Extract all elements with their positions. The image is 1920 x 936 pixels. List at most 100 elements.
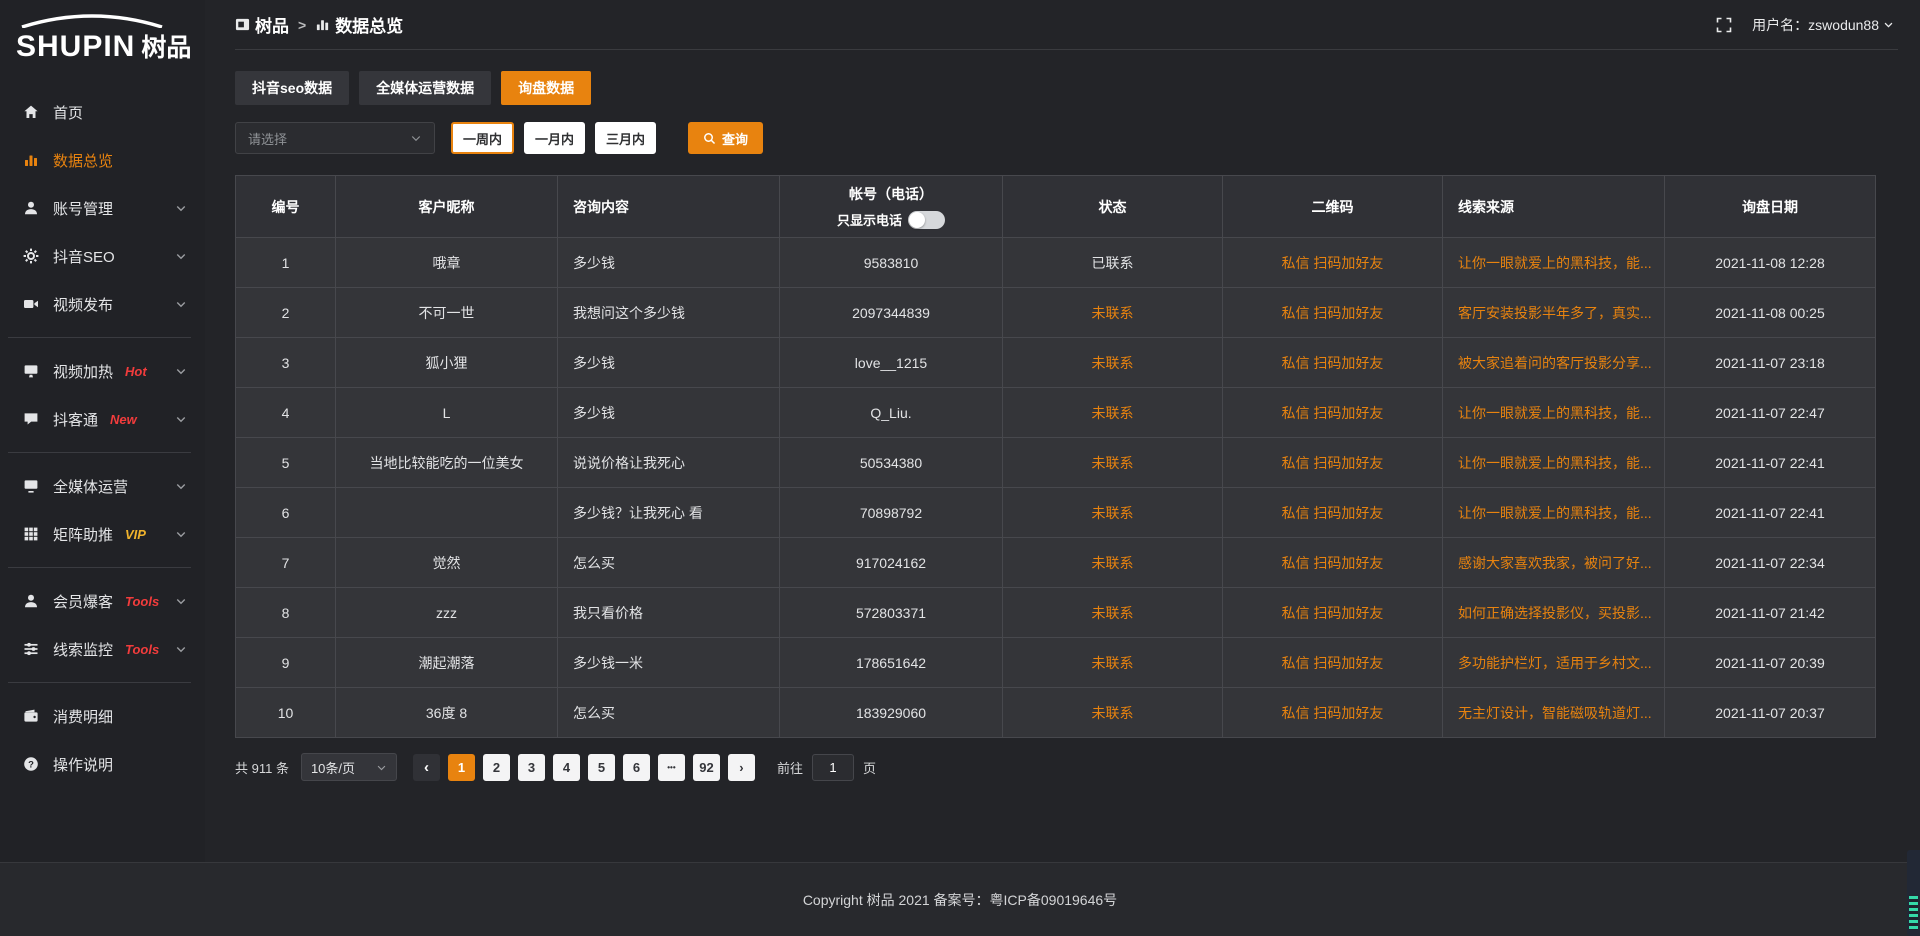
table-row: 2不可一世我想问这个多少钱2097344839未联系私信 扫码加好友客厅安装投影… xyxy=(236,288,1876,338)
cell-content: 我只看价格 xyxy=(558,588,780,638)
qrcode-link[interactable]: 私信 扫码加好友 xyxy=(1282,355,1384,371)
page-button-1[interactable]: 1 xyxy=(448,754,475,781)
sidebar-item-douyin-seo[interactable]: 抖音SEO xyxy=(0,232,205,280)
cell-source: 让你一眼就爱上的黑科技，能... xyxy=(1443,488,1665,538)
goto-suffix: 页 xyxy=(863,758,876,777)
source-link[interactable]: 让你一眼就爱上的黑科技，能... xyxy=(1458,505,1652,521)
pagination-prev-button[interactable]: ‹ xyxy=(413,754,440,781)
sidebar-item-member-burst[interactable]: 会员爆客Tools xyxy=(0,577,205,625)
logo-arc-icon xyxy=(16,14,168,28)
sidebar-item-expense-detail[interactable]: 消费明细 xyxy=(0,692,205,740)
svg-text:?: ? xyxy=(28,759,34,770)
filter-select[interactable]: 请选择 xyxy=(235,122,435,154)
header-date: 询盘日期 xyxy=(1665,176,1876,238)
cell-id: 4 xyxy=(236,388,336,438)
source-link[interactable]: 感谢大家喜欢我家，被问了好... xyxy=(1458,555,1652,571)
pagination-next-button[interactable]: › xyxy=(728,754,755,781)
qrcode-link[interactable]: 私信 扫码加好友 xyxy=(1282,455,1384,471)
qrcode-link[interactable]: 私信 扫码加好友 xyxy=(1282,305,1384,321)
sidebar-item-data-overview[interactable]: 数据总览 xyxy=(0,136,205,184)
user-menu[interactable]: 用户名：zswodun88 xyxy=(1752,15,1894,35)
sidebar-item-doukatong[interactable]: 抖客通New xyxy=(0,395,205,443)
sidebar-item-label: 抖音SEO xyxy=(53,246,115,267)
cell-qrcode: 私信 扫码加好友 xyxy=(1223,688,1443,738)
cell-status: 未联系 xyxy=(1003,488,1223,538)
goto-label: 前往 xyxy=(777,758,803,777)
cell-date: 2021-11-08 12:28 xyxy=(1665,238,1876,288)
cell-date: 2021-11-07 22:41 xyxy=(1665,438,1876,488)
range-button-week[interactable]: 一周内 xyxy=(451,122,514,154)
page-button-2[interactable]: 2 xyxy=(483,754,510,781)
page-button-5[interactable]: 5 xyxy=(588,754,615,781)
source-link[interactable]: 让你一眼就爱上的黑科技，能... xyxy=(1458,455,1652,471)
cell-id: 1 xyxy=(236,238,336,288)
sidebar-item-matrix-boost[interactable]: 矩阵助推VIP xyxy=(0,510,205,558)
tab-douyin-seo-data[interactable]: 抖音seo数据 xyxy=(235,71,349,105)
pagination-ellipsis-button[interactable]: ••• xyxy=(658,754,685,781)
sidebar-item-account-management[interactable]: 账号管理 xyxy=(0,184,205,232)
qrcode-link[interactable]: 私信 扫码加好友 xyxy=(1282,705,1384,721)
breadcrumb-item-home[interactable]: 树品 xyxy=(235,12,289,37)
source-link[interactable]: 客厅安装投影半年多了，真实... xyxy=(1458,305,1652,321)
page-size-value: 10条/页 xyxy=(311,758,355,777)
wallet-icon xyxy=(22,707,40,725)
sidebar-item-media-operation[interactable]: 全媒体运营 xyxy=(0,462,205,510)
sidebar-item-operation-guide[interactable]: ?操作说明 xyxy=(0,740,205,788)
sidebar-item-lead-monitor[interactable]: 线索监控Tools xyxy=(0,625,205,673)
sidebar-item-video-heat[interactable]: 视频加热Hot xyxy=(0,347,205,395)
qrcode-link[interactable]: 私信 扫码加好友 xyxy=(1282,605,1384,621)
sidebar-item-label: 账号管理 xyxy=(53,198,113,219)
gear-icon xyxy=(22,247,40,265)
app-logo[interactable]: SHUPIN 树品 xyxy=(0,8,205,70)
breadcrumb-item-current[interactable]: 数据总览 xyxy=(315,12,403,37)
tab-inquiry-data[interactable]: 询盘数据 xyxy=(501,71,591,105)
header-source: 线索来源 xyxy=(1443,176,1665,238)
qrcode-link[interactable]: 私信 扫码加好友 xyxy=(1282,405,1384,421)
page-button-6[interactable]: 6 xyxy=(623,754,650,781)
cell-status: 未联系 xyxy=(1003,538,1223,588)
tab-media-operation-data[interactable]: 全媒体运营数据 xyxy=(359,71,491,105)
phone-only-toggle[interactable] xyxy=(908,211,945,229)
qrcode-link[interactable]: 私信 扫码加好友 xyxy=(1282,655,1384,671)
sidebar-divider xyxy=(8,567,191,568)
cell-status: 未联系 xyxy=(1003,388,1223,438)
header-content: 咨询内容 xyxy=(558,176,780,238)
cell-account: 50534380 xyxy=(780,438,1003,488)
cell-status: 未联系 xyxy=(1003,288,1223,338)
cell-nickname: 不可一世 xyxy=(336,288,558,338)
cell-content: 多少钱 xyxy=(558,338,780,388)
range-button-quarter[interactable]: 三月内 xyxy=(595,122,656,154)
source-link[interactable]: 多功能护栏灯，适用于乡村文... xyxy=(1458,655,1652,671)
source-link[interactable]: 让你一眼就爱上的黑科技，能... xyxy=(1458,405,1652,421)
page-button-92[interactable]: 92 xyxy=(693,754,720,781)
source-link[interactable]: 让你一眼就爱上的黑科技，能... xyxy=(1458,255,1652,271)
page-size-select[interactable]: 10条/页 xyxy=(301,753,397,781)
cell-content: 说说价格让我死心 xyxy=(558,438,780,488)
logo-text-zh: 树品 xyxy=(141,28,191,64)
sidebar-item-video-publish[interactable]: 视频发布 xyxy=(0,280,205,328)
floating-widget[interactable] xyxy=(1907,850,1920,936)
sidebar-item-label: 矩阵助推 xyxy=(53,524,113,545)
cell-nickname: 潮起潮落 xyxy=(336,638,558,688)
sidebar-badge: New xyxy=(110,412,137,427)
source-link[interactable]: 被大家追着问的客厅投影分享... xyxy=(1458,355,1652,371)
source-link[interactable]: 如何正确选择投影仪，买投影... xyxy=(1458,605,1652,621)
page-button-3[interactable]: 3 xyxy=(518,754,545,781)
cell-content: 多少钱 xyxy=(558,388,780,438)
cell-nickname: 狐小狸 xyxy=(336,338,558,388)
sidebar-item-home[interactable]: 首页 xyxy=(0,88,205,136)
range-button-month[interactable]: 一月内 xyxy=(524,122,585,154)
page-button-4[interactable]: 4 xyxy=(553,754,580,781)
cell-id: 5 xyxy=(236,438,336,488)
goto-page-input[interactable] xyxy=(812,754,854,781)
qrcode-link[interactable]: 私信 扫码加好友 xyxy=(1282,505,1384,521)
cell-nickname: zzz xyxy=(336,588,558,638)
search-button[interactable]: 查询 xyxy=(688,122,763,154)
cell-content: 我想问这个多少钱 xyxy=(558,288,780,338)
fullscreen-icon[interactable] xyxy=(1716,17,1732,33)
qrcode-link[interactable]: 私信 扫码加好友 xyxy=(1282,255,1384,271)
source-link[interactable]: 无主灯设计，智能磁吸轨道灯... xyxy=(1458,705,1652,721)
video-icon xyxy=(22,295,40,313)
cell-nickname: L xyxy=(336,388,558,438)
qrcode-link[interactable]: 私信 扫码加好友 xyxy=(1282,555,1384,571)
